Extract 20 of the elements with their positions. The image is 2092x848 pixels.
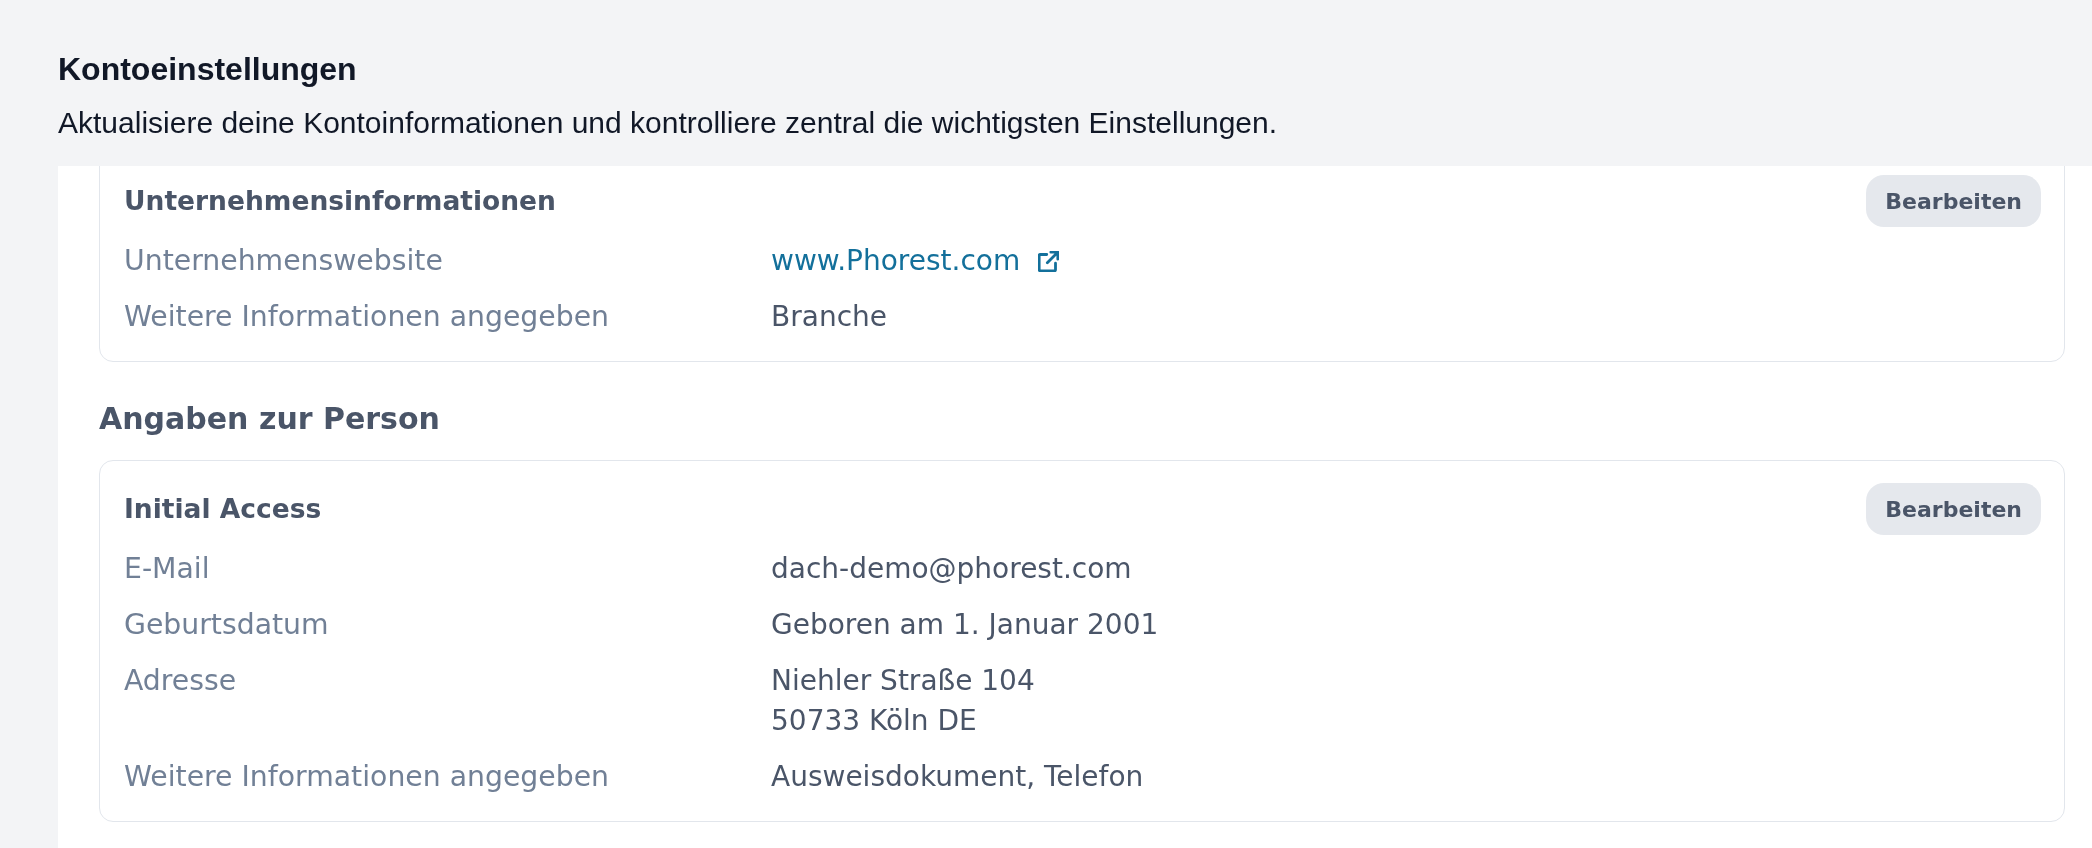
field-label: Unternehmenswebsite <box>124 243 443 279</box>
website-link[interactable]: www.Phorest.com <box>771 241 1060 281</box>
card-title: Unternehmensinformationen <box>124 184 556 218</box>
page-title: Kontoeinstellungen <box>58 50 358 89</box>
field-label: Geburtsdatum <box>124 607 329 643</box>
field-label: E-Mail <box>124 551 210 587</box>
edit-button[interactable]: Bearbeiten <box>1866 175 2041 227</box>
card-title: Initial Access <box>124 492 322 526</box>
value-text: Branche <box>771 299 887 335</box>
section-heading: Angaben zur Person <box>99 400 440 438</box>
field-label: Adresse <box>124 663 237 699</box>
value-text: dach-demo@phorest.com <box>771 551 1132 587</box>
page-subtitle: Aktualisiere deine Kontoinformationen und kontrolliere zentral die wichtigsten Einstellungen. <box>58 105 1279 141</box>
value-text: Niehler Straße 104 50733 Köln DE <box>771 663 1035 739</box>
edit-button[interactable]: Bearbeiten <box>1866 483 2041 535</box>
field-label: Weitere Informationen angegeben <box>124 299 609 335</box>
external-link-icon <box>1038 250 1060 272</box>
field-label: Weitere Informationen angegeben <box>124 759 609 795</box>
value-text: Geboren am 1. Januar 2001 <box>771 607 1159 643</box>
value-text: Ausweisdokument, Telefon <box>771 759 1144 795</box>
